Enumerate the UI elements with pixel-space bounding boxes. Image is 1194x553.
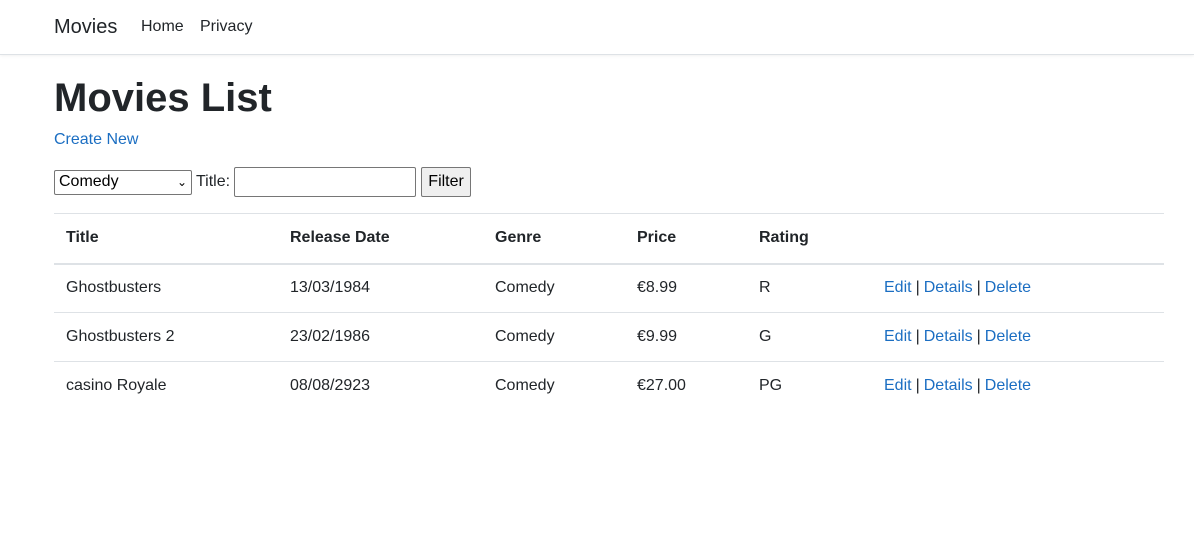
chevron-down-icon: ⌄: [176, 175, 187, 189]
genre-select[interactable]: Comedy ⌄: [54, 169, 192, 195]
header-title: Title: [54, 213, 278, 265]
header-rating: Rating: [747, 213, 872, 265]
separator: |: [915, 377, 920, 395]
table-header-row: Title Release Date Genre Price Rating: [54, 213, 1164, 265]
navbar-brand[interactable]: Movies: [54, 14, 117, 40]
genre-select-value: Comedy: [59, 173, 119, 190]
edit-link[interactable]: Edit: [884, 377, 912, 394]
title-filter-label: Title:: [196, 173, 231, 190]
cell-genre: Comedy: [483, 263, 625, 313]
cell-genre: Comedy: [483, 361, 625, 411]
header-actions: [872, 213, 1164, 265]
edit-link[interactable]: Edit: [884, 328, 912, 345]
delete-link[interactable]: Delete: [985, 279, 1031, 296]
details-link[interactable]: Details: [924, 279, 973, 296]
nav-link-privacy[interactable]: Privacy: [200, 17, 252, 37]
table-row: Ghostbusters 2 23/02/1986 Comedy €9.99 G…: [54, 312, 1164, 362]
details-link[interactable]: Details: [924, 377, 973, 394]
create-new-link[interactable]: Create New: [54, 130, 138, 150]
header-price: Price: [625, 213, 747, 265]
title-filter-input[interactable]: [234, 167, 417, 197]
cell-actions: Edit | Details | Delete: [872, 361, 1164, 411]
separator: |: [915, 328, 920, 345]
delete-link[interactable]: Delete: [985, 328, 1031, 345]
navbar: Movies Home Privacy: [0, 0, 1194, 55]
filter-form: Comedy ⌄ Title: Filter: [54, 167, 472, 197]
header-genre: Genre: [483, 213, 625, 265]
cell-release-date: 23/02/1986: [278, 312, 483, 362]
separator: |: [915, 279, 920, 297]
separator: |: [976, 328, 981, 345]
table-row: Ghostbusters 13/03/1984 Comedy €8.99 R E…: [54, 263, 1164, 313]
cell-release-date: 08/08/2923: [278, 361, 483, 411]
header-release-date: Release Date: [278, 213, 483, 265]
cell-rating: G: [747, 312, 872, 362]
filter-button[interactable]: Filter: [421, 167, 472, 197]
page-title: Movies List: [54, 76, 272, 120]
separator: |: [976, 377, 981, 395]
cell-release-date: 13/03/1984: [278, 263, 483, 313]
cell-title: Ghostbusters 2: [54, 312, 278, 362]
cell-price: €8.99: [625, 263, 747, 313]
cell-title: casino Royale: [54, 361, 278, 411]
cell-actions: Edit | Details | Delete: [872, 263, 1164, 313]
cell-actions: Edit | Details | Delete: [872, 312, 1164, 362]
cell-price: €27.00: [625, 361, 747, 411]
cell-price: €9.99: [625, 312, 747, 362]
cell-rating: R: [747, 263, 872, 313]
nav-link-home[interactable]: Home: [141, 17, 184, 37]
table-row: casino Royale 08/08/2923 Comedy €27.00 P…: [54, 361, 1164, 411]
cell-title: Ghostbusters: [54, 263, 278, 313]
separator: |: [976, 279, 981, 297]
delete-link[interactable]: Delete: [985, 377, 1031, 394]
cell-genre: Comedy: [483, 312, 625, 362]
cell-rating: PG: [747, 361, 872, 411]
movies-table: Title Release Date Genre Price Rating Gh…: [54, 213, 1164, 411]
details-link[interactable]: Details: [924, 328, 973, 345]
edit-link[interactable]: Edit: [884, 279, 912, 296]
